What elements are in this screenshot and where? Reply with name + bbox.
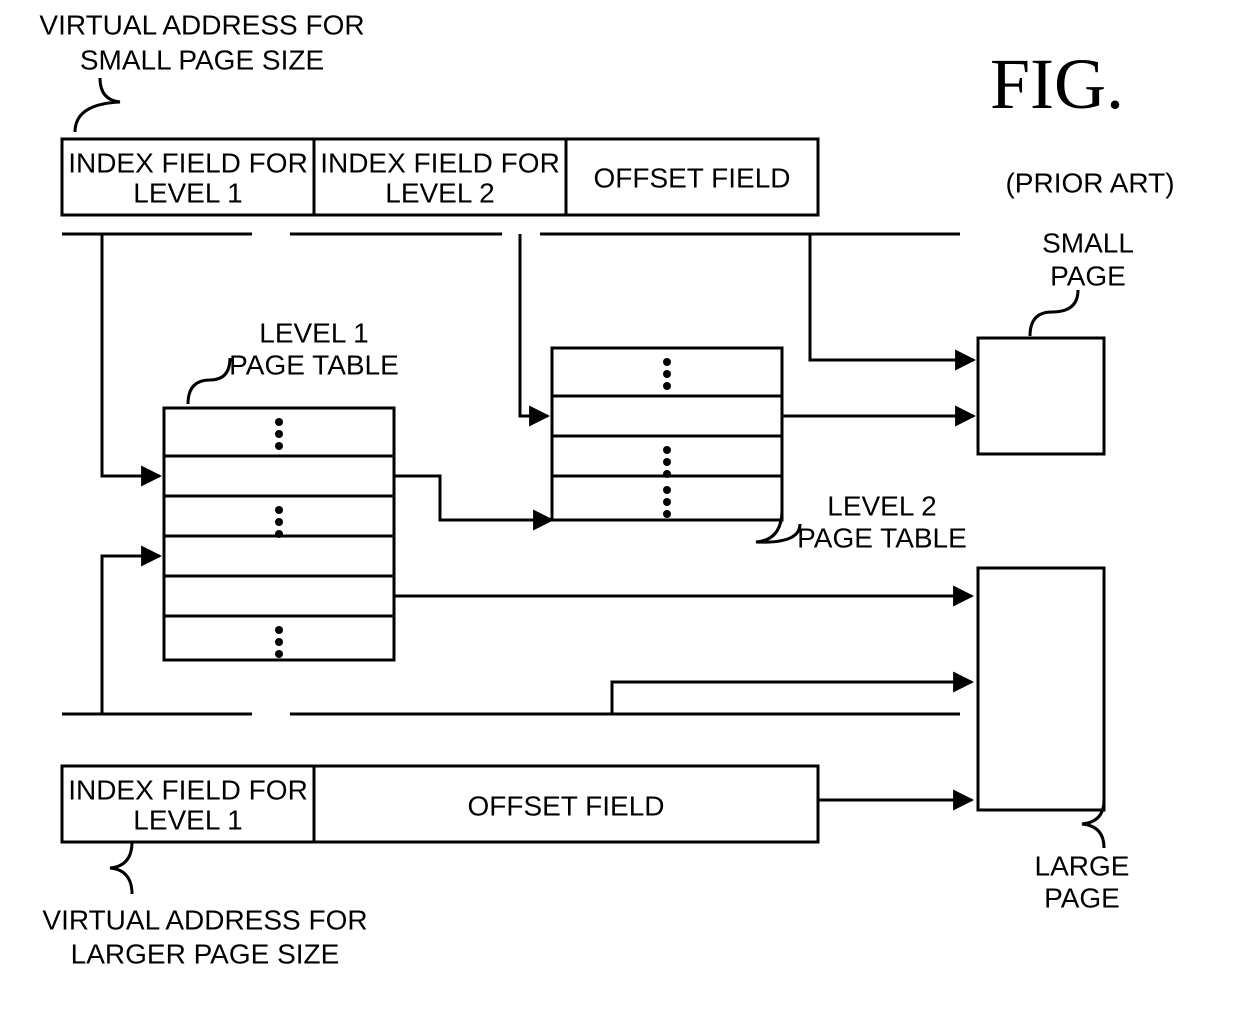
large-addr-offset-label: OFFSET FIELD [467,790,664,821]
l1-label-line2: PAGE TABLE [229,349,399,380]
bottom-title-bracket [110,842,132,894]
l2-label-line2: PAGE TABLE [797,522,967,553]
top-title-line1: VIRTUAL ADDRESS FOR [39,9,364,40]
l2-label-line1: LEVEL 2 [827,490,936,521]
l1-label-line1: LEVEL 1 [259,317,368,348]
small-addr-l1-line1: INDEX FIELD FOR [68,147,308,178]
arrow-l1index-to-l1table [102,234,160,476]
small-addr-l2-line1: INDEX FIELD FOR [320,147,560,178]
top-title-bracket [75,78,120,132]
small-addr-l2-line2: LEVEL 2 [385,177,494,208]
large-addr-l1-line2: LEVEL 1 [133,804,242,835]
prior-art-label: (PRIOR ART) [1005,167,1174,198]
small-page-line2: PAGE [1050,260,1126,291]
small-page-box [978,338,1104,454]
large-page-box [978,568,1104,810]
arrow-largeindex-to-l1table [102,556,160,714]
large-page-line1: LARGE [1035,850,1130,881]
large-addr-l1-line1: INDEX FIELD FOR [68,774,308,805]
l1-bracket [188,358,230,404]
bottom-title-line1: VIRTUAL ADDRESS FOR [42,904,367,935]
arrow-largeoffset-to-largepage [612,682,972,714]
level2-page-table [552,348,782,520]
fig-label: FIG. [990,44,1124,124]
small-addr-offset-label: OFFSET FIELD [593,162,790,193]
small-page-line1: SMALL [1042,227,1134,258]
arrow-l2index-to-l2table [520,234,548,416]
large-page-line2: PAGE [1044,882,1120,913]
top-title-line2: SMALL PAGE SIZE [80,44,324,75]
level1-page-table [164,408,394,660]
arrow-l1-to-l2 [394,476,552,520]
arrow-offset-to-smallpage [810,234,974,360]
small-addr-l1-line2: LEVEL 1 [133,177,242,208]
bottom-title-line2: LARGER PAGE SIZE [71,938,340,969]
small-page-bracket [1030,290,1078,336]
